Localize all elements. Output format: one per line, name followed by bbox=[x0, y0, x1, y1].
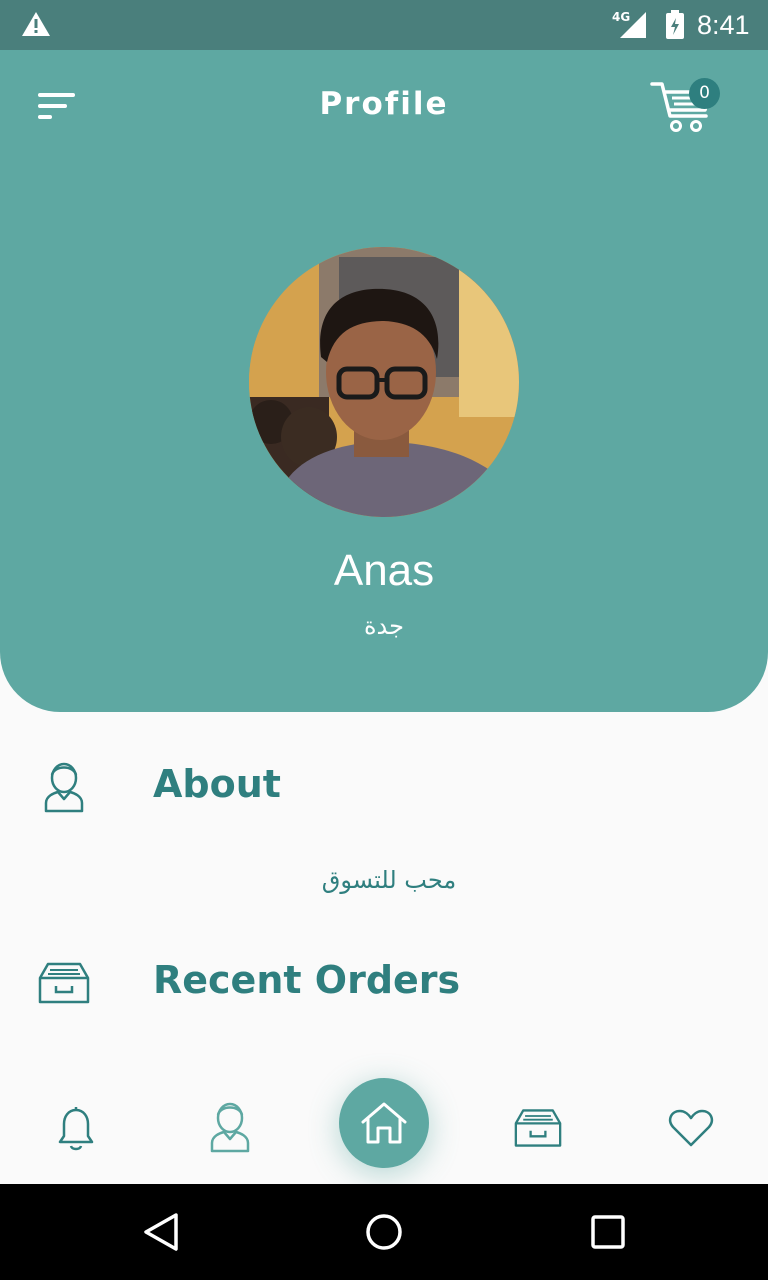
home-button[interactable] bbox=[339, 1078, 429, 1168]
about-title: About bbox=[153, 762, 281, 806]
home-circle-icon[interactable] bbox=[365, 1213, 403, 1251]
back-icon[interactable] bbox=[142, 1212, 180, 1252]
signal-icon bbox=[620, 12, 646, 38]
clock: 8:41 bbox=[697, 10, 750, 40]
inbox-icon bbox=[38, 962, 90, 1004]
battery-icon bbox=[666, 10, 684, 39]
recent-orders-title: Recent Orders bbox=[153, 958, 461, 1002]
status-bar: 4G 8:41 bbox=[0, 0, 768, 50]
heart-icon[interactable] bbox=[668, 1108, 714, 1148]
user-icon bbox=[44, 762, 84, 813]
recents-icon[interactable] bbox=[590, 1214, 626, 1250]
cart-count-badge: 0 bbox=[689, 78, 720, 109]
warning-icon bbox=[22, 12, 50, 36]
user-icon[interactable] bbox=[208, 1101, 252, 1153]
avatar[interactable] bbox=[249, 247, 519, 517]
user-name: Anas bbox=[333, 546, 435, 595]
home-icon bbox=[361, 1102, 407, 1144]
bell-icon[interactable] bbox=[58, 1106, 94, 1152]
inbox-icon[interactable] bbox=[514, 1108, 562, 1148]
about-text: محب للتسوق bbox=[321, 866, 457, 894]
system-navigation-bar bbox=[0, 1184, 768, 1280]
user-city: جدة bbox=[363, 612, 404, 640]
avatar-photo bbox=[249, 247, 519, 517]
